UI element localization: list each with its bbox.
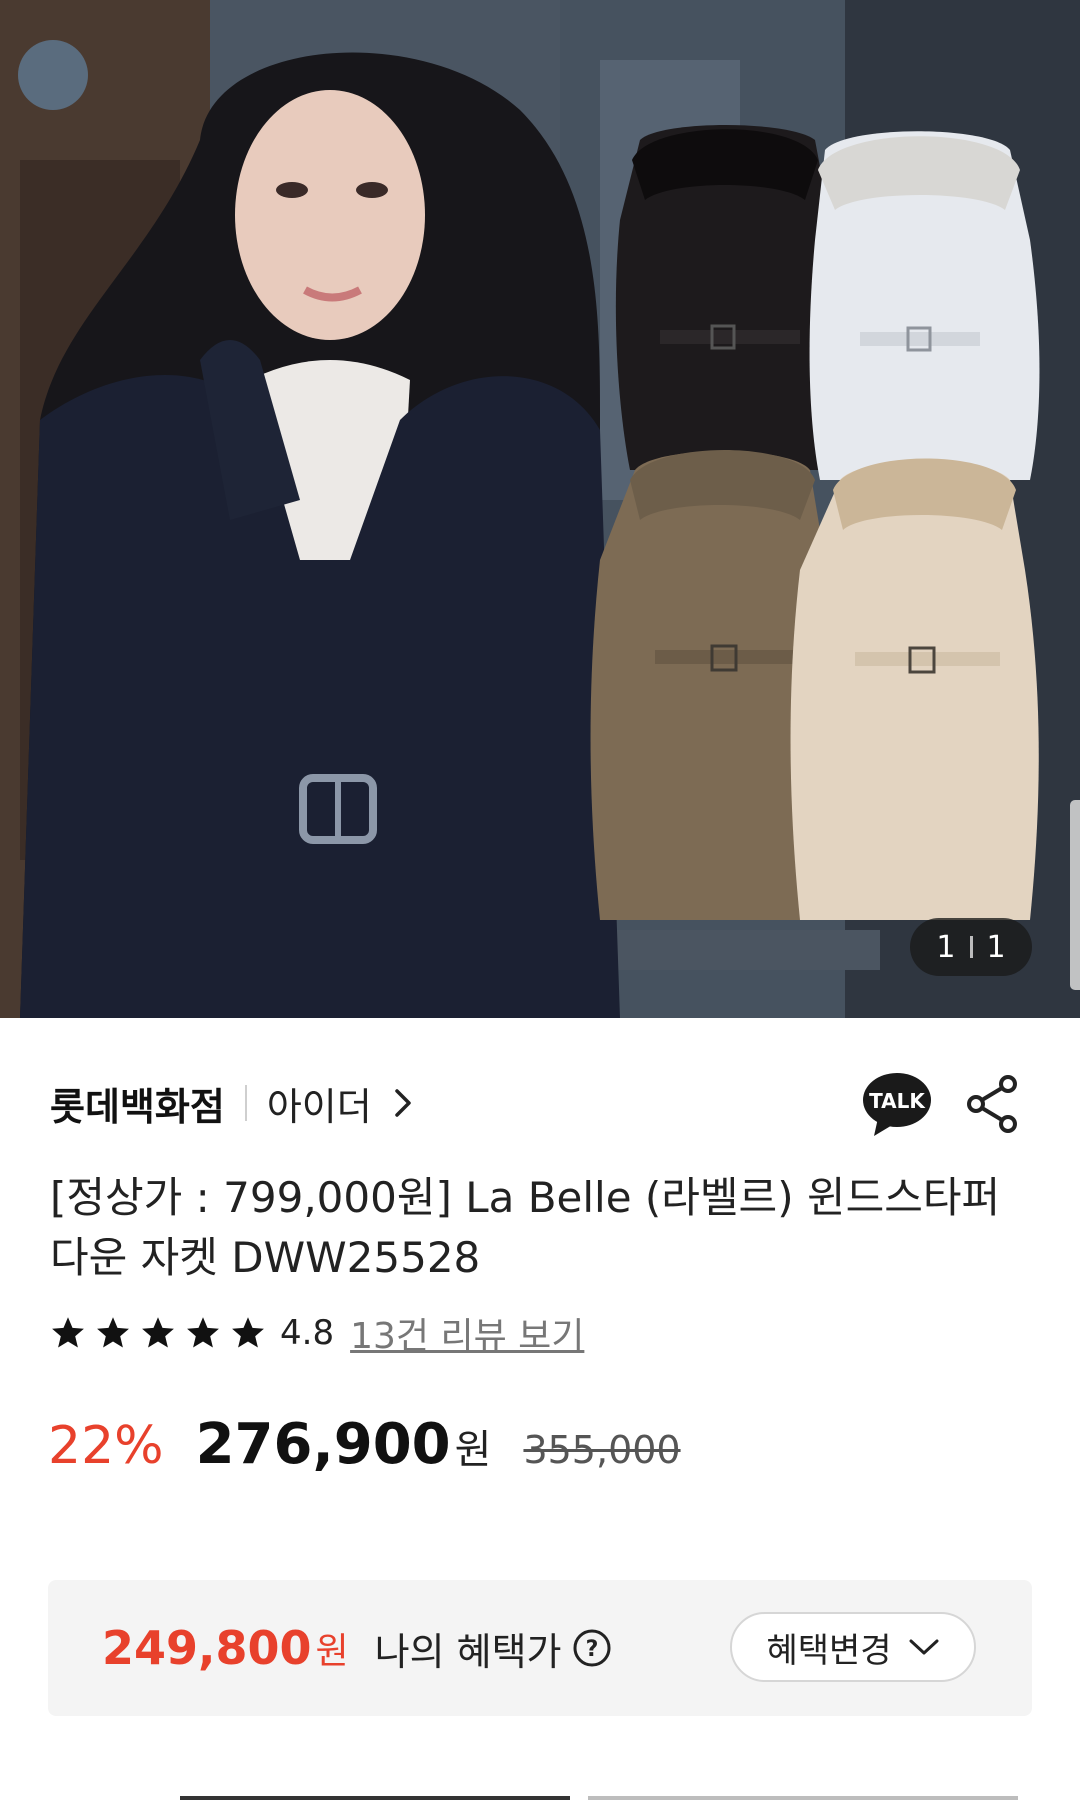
benefit-price-unit: 원 bbox=[315, 1631, 349, 1672]
rating-score: 4.8 bbox=[280, 1313, 335, 1353]
product-title: [정상가 : 799,000원] La Belle (라벨르) 윈드스타퍼 다운… bbox=[50, 1173, 1001, 1282]
chevron-down-icon bbox=[909, 1639, 939, 1655]
product-photo bbox=[0, 0, 1080, 1018]
product-image-gallery[interactable]: 1 1 bbox=[0, 0, 1080, 1018]
chevron-right-icon[interactable] bbox=[394, 1088, 412, 1118]
star-icon bbox=[232, 1317, 264, 1348]
original-price: 355,000 bbox=[523, 1428, 681, 1472]
benefit-price: 249,800 bbox=[102, 1621, 312, 1675]
image-pager: 1 1 bbox=[910, 918, 1032, 976]
change-benefit-label: 혜택변경 bbox=[766, 1630, 892, 1671]
rating-stars bbox=[50, 1315, 266, 1351]
talk-icon[interactable]: TALK bbox=[862, 1072, 932, 1138]
benefit-price-wrap: 249,800 원 나의 혜택가 ? bbox=[102, 1580, 612, 1716]
benefit-price-box: 249,800 원 나의 혜택가 ? 혜택변경 bbox=[48, 1580, 1032, 1716]
store-brand-row: 롯데백화점 아이더 bbox=[50, 1070, 412, 1136]
star-icon bbox=[142, 1317, 174, 1348]
bottom-tab-indicator bbox=[588, 1796, 1018, 1800]
change-benefit-button[interactable]: 혜택변경 bbox=[730, 1612, 976, 1682]
sale-price: 276,900 bbox=[195, 1412, 451, 1477]
pager-separator bbox=[969, 936, 973, 958]
pager-total: 1 bbox=[986, 929, 1006, 965]
svg-text:?: ? bbox=[585, 1637, 598, 1662]
benefit-label: 나의 혜택가 bbox=[374, 1629, 562, 1674]
rating-row: 4.8 13건 리뷰 보기 bbox=[50, 1308, 584, 1358]
pager-current: 1 bbox=[936, 929, 956, 965]
star-icon bbox=[187, 1317, 219, 1348]
price-unit: 원 bbox=[454, 1427, 492, 1473]
store-divider bbox=[244, 1085, 247, 1121]
star-icon bbox=[52, 1317, 84, 1348]
scrollbar[interactable] bbox=[1070, 800, 1080, 990]
price-row: 22% 276,900 원 355,000 bbox=[48, 1412, 681, 1494]
bottom-tab-indicator bbox=[180, 1796, 570, 1800]
share-icon[interactable] bbox=[964, 1074, 1020, 1134]
review-link[interactable]: 13건 리뷰 보기 bbox=[350, 1307, 584, 1359]
star-icon bbox=[97, 1317, 129, 1348]
store-name[interactable]: 롯데백화점 bbox=[50, 1076, 225, 1131]
brand-link[interactable]: 아이더 bbox=[267, 1076, 372, 1131]
question-circle-icon[interactable]: ? bbox=[572, 1628, 612, 1668]
discount-rate: 22% bbox=[48, 1416, 164, 1476]
svg-text:TALK: TALK bbox=[869, 1089, 926, 1113]
